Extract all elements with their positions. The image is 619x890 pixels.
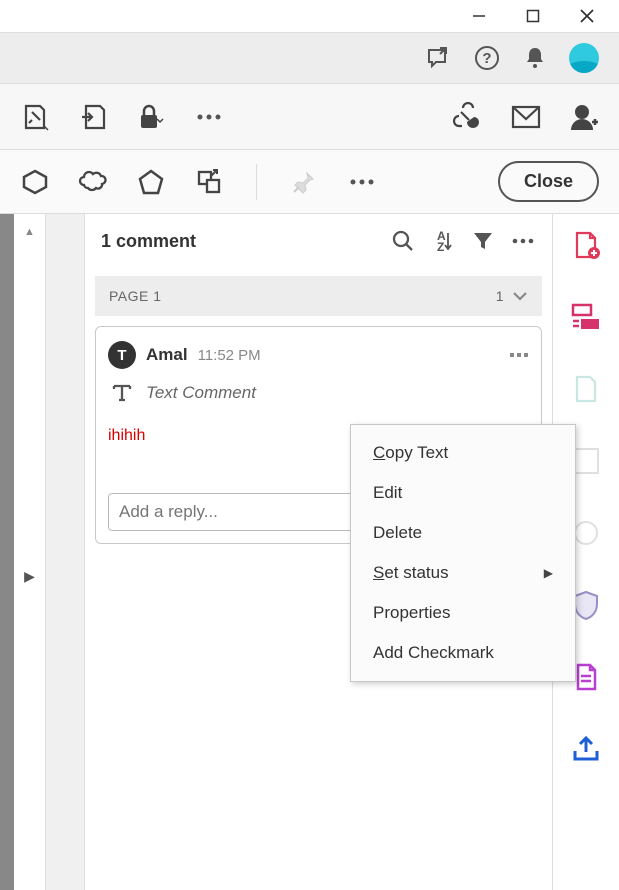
lock-icon[interactable] xyxy=(136,102,166,132)
comment-timestamp: 11:52 PM xyxy=(198,347,261,364)
svg-text:?: ? xyxy=(482,50,491,67)
filter-comments-icon[interactable] xyxy=(470,228,496,254)
page-section-bar[interactable]: PAGE 1 1 xyxy=(95,276,542,316)
comments-header: 1 comment AZ xyxy=(85,214,552,268)
search-comments-icon[interactable] xyxy=(390,228,416,254)
window-minimize-button[interactable] xyxy=(467,4,491,28)
menu-add-checkmark[interactable]: Add Checkmark xyxy=(351,633,575,673)
scroll-up-arrow-icon[interactable]: ▲ xyxy=(24,226,35,238)
email-icon[interactable] xyxy=(511,102,541,132)
comment-header-row: T Amal 11:52 PM xyxy=(108,341,529,369)
menu-edit[interactable]: Edit xyxy=(351,473,575,513)
chevron-down-icon xyxy=(512,290,528,302)
share-file-icon[interactable] xyxy=(571,374,601,404)
help-icon[interactable]: ? xyxy=(473,44,501,72)
comment-menu-icon[interactable] xyxy=(509,351,529,359)
combine-files-icon[interactable] xyxy=(571,302,601,332)
app-header-toolbar: ? xyxy=(0,32,619,84)
comments-more-icon[interactable] xyxy=(510,228,536,254)
menu-copy-text[interactable]: Copy Text xyxy=(351,433,575,473)
hexagon-shape-icon[interactable] xyxy=(20,167,50,197)
menu-properties[interactable]: Properties xyxy=(351,593,575,633)
more-options-icon[interactable] xyxy=(347,167,377,197)
svg-text:Z: Z xyxy=(437,240,444,253)
expand-tool-icon[interactable] xyxy=(194,167,224,197)
cloud-link-icon[interactable] xyxy=(453,102,483,132)
share-feedback-icon[interactable] xyxy=(425,44,453,72)
document-preview-sliver xyxy=(46,214,84,890)
comment-avatar: T xyxy=(108,341,136,369)
comment-author: Amal xyxy=(146,345,188,365)
menu-delete[interactable]: Delete xyxy=(351,513,575,553)
notifications-bell-icon[interactable] xyxy=(521,44,549,72)
submenu-arrow-icon: ▶ xyxy=(544,566,553,580)
page-comment-count: 1 xyxy=(496,288,504,304)
toolbar-separator xyxy=(256,164,257,200)
comments-count-title: 1 comment xyxy=(101,231,376,252)
window-maximize-button[interactable] xyxy=(521,4,545,28)
import-document-icon[interactable] xyxy=(78,102,108,132)
comment-context-menu: Copy Text Edit Delete Set status▶ Proper… xyxy=(350,424,576,682)
comment-type-row: Text Comment xyxy=(108,379,529,407)
page-label: PAGE 1 xyxy=(109,288,162,304)
document-toolbar xyxy=(0,84,619,150)
menu-set-status[interactable]: Set status▶ xyxy=(351,553,575,593)
text-comment-type-icon xyxy=(108,379,136,407)
window-close-button[interactable] xyxy=(575,4,599,28)
more-tools-icon[interactable] xyxy=(194,102,224,132)
pin-icon[interactable] xyxy=(289,167,319,197)
comment-type-label: Text Comment xyxy=(146,383,256,403)
upload-share-icon[interactable] xyxy=(571,734,601,764)
create-pdf-icon[interactable] xyxy=(571,230,601,260)
sign-document-icon[interactable] xyxy=(20,102,50,132)
document-scrollbar[interactable] xyxy=(0,214,14,890)
polygon-shape-icon[interactable] xyxy=(136,167,166,197)
user-avatar[interactable] xyxy=(569,43,599,73)
sort-comments-icon[interactable]: AZ xyxy=(430,228,456,254)
close-panel-button[interactable]: Close xyxy=(498,161,599,202)
window-titlebar xyxy=(0,0,619,32)
left-gutter-strip: ▲ ▶ xyxy=(14,214,46,890)
annotation-toolbar: Close xyxy=(0,150,619,214)
cloud-shape-icon[interactable] xyxy=(78,167,108,197)
expand-panel-arrow-icon[interactable]: ▶ xyxy=(24,568,35,585)
add-person-icon[interactable] xyxy=(569,102,599,132)
